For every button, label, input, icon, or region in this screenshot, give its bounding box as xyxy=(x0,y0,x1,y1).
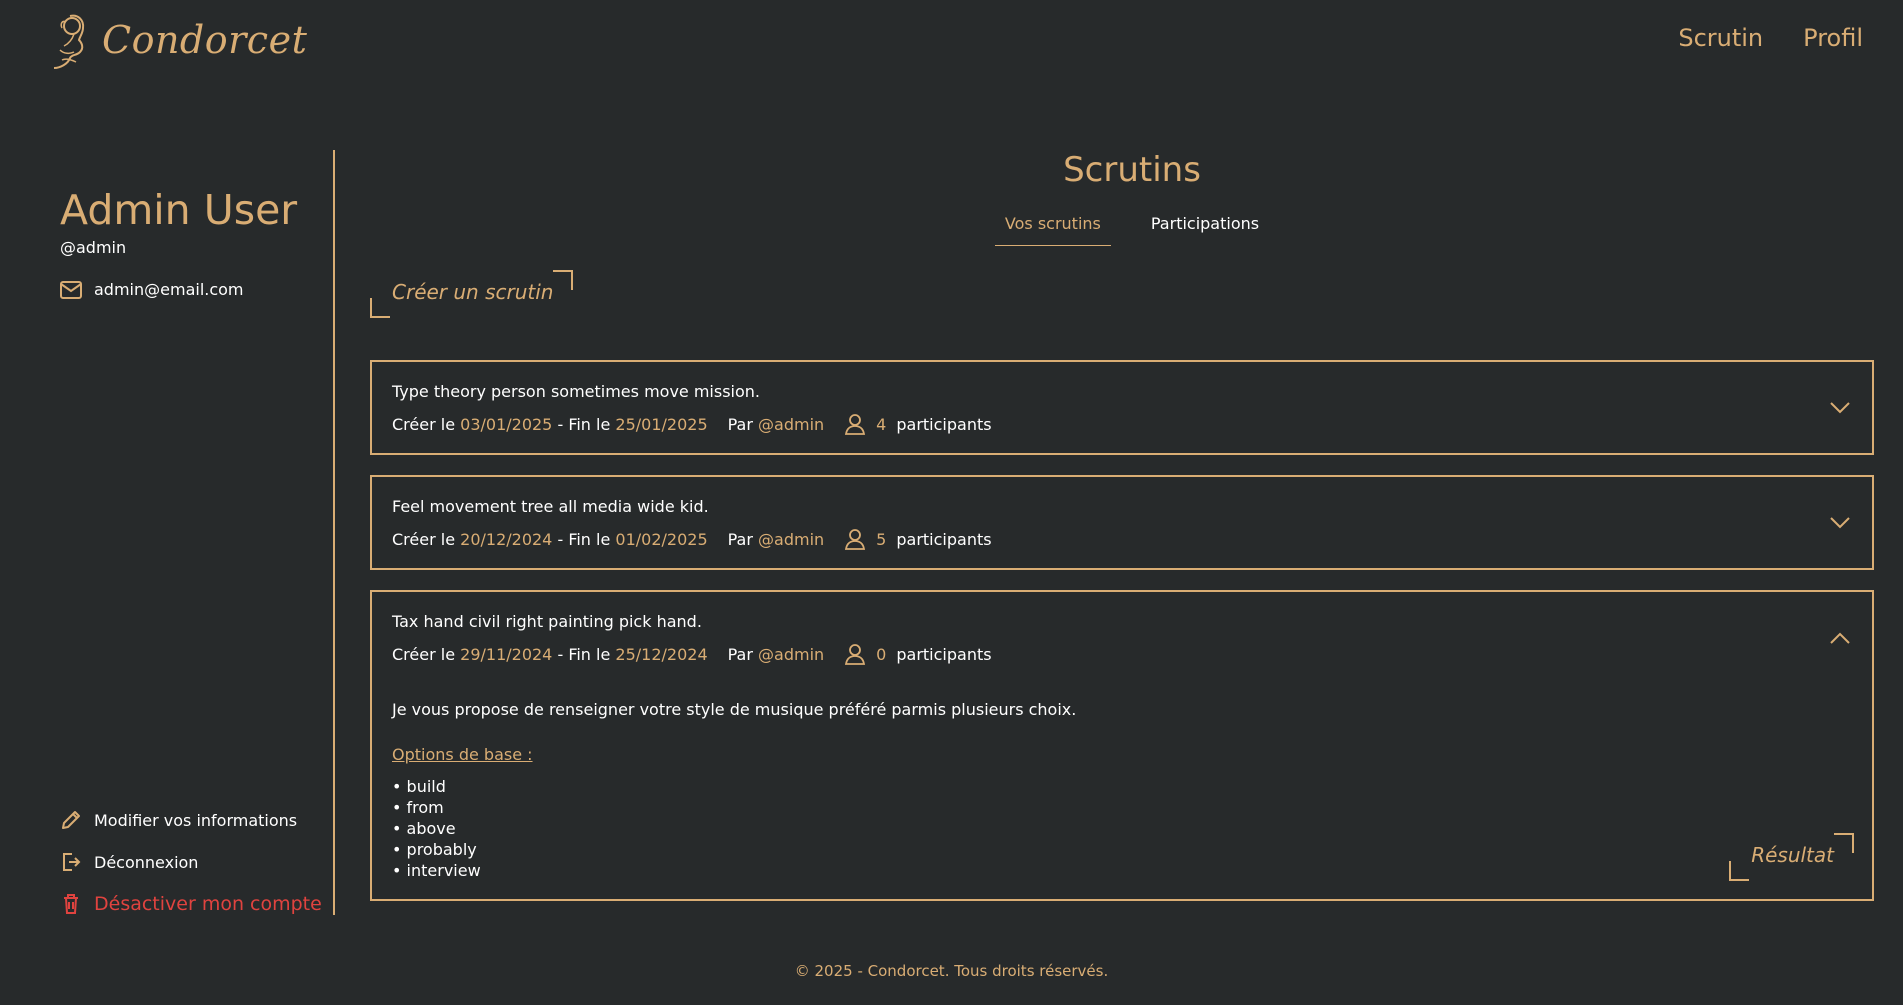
end-label: - Fin le xyxy=(557,644,611,664)
author-label: Par xyxy=(727,529,753,549)
end-date: 25/01/2025 xyxy=(615,414,708,434)
poll-description: Je vous propose de renseigner votre styl… xyxy=(392,700,1077,719)
participant-count: 4 xyxy=(876,414,887,434)
user-email-row: admin@email.com xyxy=(60,280,244,299)
main-nav: Scrutin Profil xyxy=(1678,24,1863,52)
author[interactable]: @admin xyxy=(758,415,824,434)
sidebar-actions: Modifier vos informations Déconnexion Dé… xyxy=(60,789,322,915)
result-button[interactable]: Résultat xyxy=(1729,833,1854,881)
tabs: Vos scrutins Participations xyxy=(390,208,1874,246)
option-item: build xyxy=(392,776,1852,797)
end-label: - Fin le xyxy=(557,414,611,434)
chevron-up-icon[interactable] xyxy=(1830,632,1850,644)
created-date: 20/12/2024 xyxy=(460,529,553,549)
tab-participations[interactable]: Participations xyxy=(1141,208,1269,246)
logout-button[interactable]: Déconnexion xyxy=(60,851,322,873)
created-date: 03/01/2025 xyxy=(460,414,553,434)
footer-copyright: © 2025 - Condorcet. Tous droits réservés… xyxy=(794,962,1109,980)
author[interactable]: @admin xyxy=(758,530,824,549)
poll-meta: Créer le 03/01/2025 - Fin le 25/01/2025 … xyxy=(392,413,1852,435)
participant-count: 0 xyxy=(876,644,887,664)
condorcet-portrait-icon xyxy=(53,14,85,69)
user-email: admin@email.com xyxy=(94,280,244,299)
mail-icon xyxy=(60,280,82,299)
logo-text: Condorcet xyxy=(102,18,308,62)
profile-sidebar: Admin User @admin admin@email.com Modifi… xyxy=(60,150,330,915)
poll-card[interactable]: Type theory person sometimes move missio… xyxy=(370,360,1874,455)
page-title: Scrutins xyxy=(1063,150,1201,190)
chevron-down-icon[interactable] xyxy=(1830,517,1850,529)
created-date: 29/11/2024 xyxy=(460,644,553,664)
poll-title: Tax hand civil right painting pick hand. xyxy=(392,612,702,631)
poll-card[interactable]: Feel movement tree all media wide kid. C… xyxy=(370,475,1874,570)
option-item: above xyxy=(392,818,1852,839)
create-poll-button[interactable]: Créer un scrutin xyxy=(370,270,574,318)
logout-label: Déconnexion xyxy=(94,852,199,872)
author-label: Par xyxy=(727,644,753,664)
header: Condorcet Scrutin Profil xyxy=(0,0,1903,80)
option-item: from xyxy=(392,797,1852,818)
end-date: 01/02/2025 xyxy=(615,529,708,549)
nav-scrutin[interactable]: Scrutin xyxy=(1678,24,1763,52)
deactivate-account-button[interactable]: Désactiver mon compte xyxy=(60,893,322,915)
pencil-icon xyxy=(62,811,80,829)
options-title: Options de base : xyxy=(392,745,533,764)
nav-profil[interactable]: Profil xyxy=(1803,24,1863,52)
edit-profile-button[interactable]: Modifier vos informations xyxy=(60,809,322,831)
poll-title: Type theory person sometimes move missio… xyxy=(392,382,761,401)
user-icon xyxy=(845,644,866,665)
poll-meta: Créer le 20/12/2024 - Fin le 01/02/2025 … xyxy=(392,528,1852,550)
deactivate-label: Désactiver mon compte xyxy=(94,893,322,915)
poll-list: Type theory person sometimes move missio… xyxy=(370,360,1874,921)
poll-title: Feel movement tree all media wide kid. xyxy=(392,497,709,516)
main-content: Scrutins Vos scrutins Participations Cré… xyxy=(370,150,1874,901)
poll-meta: Créer le 29/11/2024 - Fin le 25/12/2024 … xyxy=(392,643,1852,665)
participants-label: participants xyxy=(896,414,992,434)
user-icon xyxy=(845,414,866,435)
participant-count: 5 xyxy=(876,529,887,549)
option-item: probably xyxy=(392,839,1852,860)
user-icon xyxy=(845,529,866,550)
participants-label: participants xyxy=(896,644,992,664)
chevron-down-icon[interactable] xyxy=(1830,402,1850,414)
options-list: build from above probably interview xyxy=(392,776,1852,881)
author-label: Par xyxy=(727,414,753,434)
created-label: Créer le xyxy=(392,644,456,664)
created-label: Créer le xyxy=(392,529,456,549)
option-item: interview xyxy=(392,860,1852,881)
logout-icon xyxy=(63,853,81,871)
user-name: Admin User xyxy=(60,186,298,234)
end-date: 25/12/2024 xyxy=(615,644,708,664)
tab-vos-scrutins[interactable]: Vos scrutins xyxy=(994,208,1111,246)
poll-card-expanded[interactable]: Tax hand civil right painting pick hand.… xyxy=(370,590,1874,901)
end-label: - Fin le xyxy=(557,529,611,549)
logo[interactable]: Condorcet xyxy=(50,10,307,70)
participants-label: participants xyxy=(896,529,992,549)
sidebar-divider xyxy=(333,150,335,915)
trash-icon xyxy=(64,894,78,914)
author[interactable]: @admin xyxy=(758,645,824,664)
created-label: Créer le xyxy=(392,414,456,434)
edit-profile-label: Modifier vos informations xyxy=(94,810,298,830)
user-handle: @admin xyxy=(60,238,127,257)
